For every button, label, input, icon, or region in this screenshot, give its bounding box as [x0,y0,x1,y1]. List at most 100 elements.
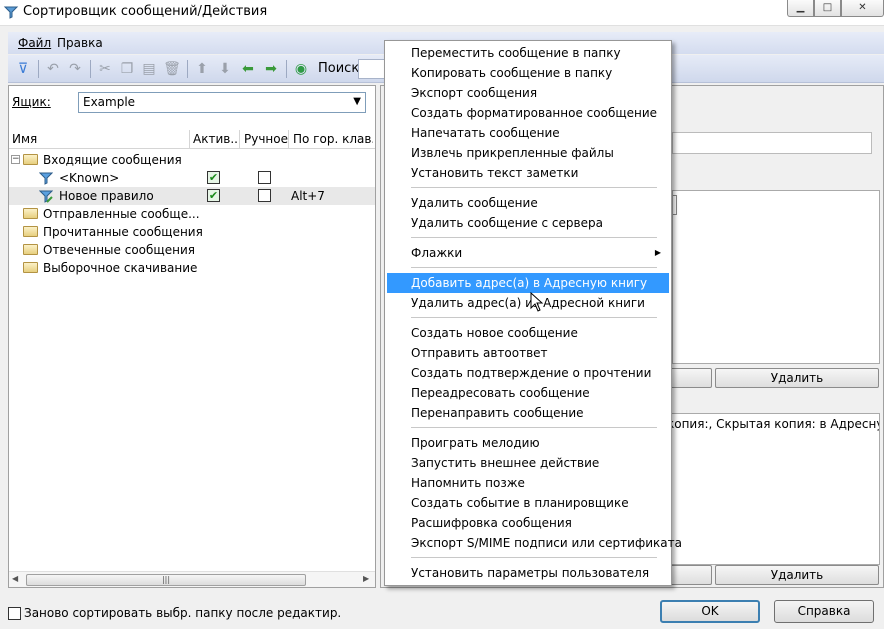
column-hotkey[interactable]: По гор. клав. [293,132,373,146]
folder-icon [23,244,38,255]
mailbox-label: Ящик: [12,95,51,109]
redo-icon[interactable]: ↷ [66,60,84,78]
collapse-icon[interactable]: − [11,155,20,164]
tree-item-inbox[interactable]: − Входящие сообщения [9,151,375,169]
menu-item-read-receipt[interactable]: Создать подтверждение о прочтении [387,363,669,383]
menu-item-external-action[interactable]: Запустить внешнее действие [387,453,669,473]
scroll-left-icon[interactable]: ◀ [12,574,18,583]
active-checkbox[interactable]: ✔ [207,189,220,202]
menu-item-redirect[interactable]: Перенаправить сообщение [387,403,669,423]
menu-edit[interactable]: Правка [57,36,103,50]
delete-icon[interactable]: 🗑 [163,60,181,78]
minimize-button[interactable]: ▁ [787,0,814,17]
tree-label: Входящие сообщения [43,153,182,167]
toolbar-separator [38,60,39,78]
active-checkbox[interactable]: ✔ [207,171,220,184]
tree-item-read[interactable]: Прочитанные сообщения [9,223,375,241]
menu-item-move[interactable]: Переместить сообщение в папку [387,43,669,63]
toolbar-separator [90,60,91,78]
action-text: копия:, Скрытая копия: в Адресную кни [667,417,879,431]
scrollbar-thumb[interactable]: ||| [26,574,306,586]
menu-separator [411,237,657,238]
folder-icon [23,208,38,219]
column-divider [288,130,289,148]
cut-icon[interactable]: ✂ [96,60,114,78]
horizontal-scrollbar[interactable]: ◀ ||| ▶ [9,571,375,587]
tree-label: Новое правило [59,189,154,203]
menu-item-export[interactable]: Экспорт сообщения [387,83,669,103]
menu-item-scheduler-event[interactable]: Создать событие в планировщике [387,493,669,513]
new-filter-icon[interactable]: ⊽ [14,60,32,78]
tree-label: Выборочное скачивание [43,261,198,275]
back-icon[interactable]: ⬅ [239,60,257,78]
menu-item-remind-later[interactable]: Напомнить позже [387,473,669,493]
menu-item-extract-attachments[interactable]: Извлечь прикрепленные файлы [387,143,669,163]
menu-item-delete-server[interactable]: Удалить сообщение с сервера [387,213,669,233]
menu-item-decrypt[interactable]: Расшифровка сообщения [387,513,669,533]
delete-action-button[interactable]: Удалить [715,565,879,585]
help-button[interactable]: Справка [774,600,874,623]
tree-label: Отправленные сообще... [43,207,200,221]
menu-item-set-note[interactable]: Установить текст заметки [387,163,669,183]
column-name[interactable]: Имя [12,132,188,146]
filter-icon [3,6,19,19]
maximize-button[interactable]: □ [814,0,841,17]
conditions-list[interactable] [672,190,880,364]
actions-list[interactable]: копия:, Скрытая копия: в Адресную кни [662,413,880,565]
context-menu: Переместить сообщение в папку Копировать… [384,40,682,586]
menu-item-copy[interactable]: Копировать сообщение в папку [387,63,669,83]
copy-icon[interactable]: ❐ [118,60,136,78]
menu-item-new-message[interactable]: Создать новое сообщение [387,323,669,343]
column-active[interactable]: Актив... [193,132,239,146]
menu-item-user-params[interactable]: Установить параметры пользователя [387,563,669,583]
mailbox-select[interactable]: Example ▼ [78,92,366,113]
paste-icon[interactable]: ▤ [140,60,158,78]
toolbar-separator [187,60,188,78]
menu-separator [411,427,657,428]
tree-item-sent[interactable]: Отправленные сообще... [9,205,375,223]
folder-icon [23,262,38,273]
move-up-icon[interactable]: ⬆ [193,60,211,78]
menu-item-autoreply[interactable]: Отправить автоответ [387,343,669,363]
tree-item-selective[interactable]: Выборочное скачивание [9,259,375,277]
menu-separator [411,267,657,268]
close-button[interactable]: ✕ [841,0,884,17]
menu-item-forward[interactable]: Переадресовать сообщение [387,383,669,403]
menu-item-create-formatted[interactable]: Создать форматированное сообщение [387,103,669,123]
toolbar-separator [286,60,287,78]
list-item[interactable] [673,195,677,215]
forward-icon[interactable]: ➡ [262,60,280,78]
menu-item-export-smime[interactable]: Экспорт S/MIME подписи или сертификата [387,533,682,553]
column-manual[interactable]: Ручное [244,132,288,146]
menu-item-delete[interactable]: Удалить сообщение [387,193,669,213]
tree-item-replied[interactable]: Отвеченные сообщения [9,241,375,259]
undo-icon[interactable]: ↶ [44,60,62,78]
ok-button[interactable]: OK [660,600,760,623]
manual-checkbox[interactable] [258,171,271,184]
resort-checkbox[interactable] [8,607,21,620]
scroll-right-icon[interactable]: ▶ [363,574,369,583]
tree-label: Отвеченные сообщения [43,243,195,257]
filter-edit-icon [39,190,53,203]
refresh-icon[interactable]: ◉ [292,60,310,78]
rule-name-field[interactable] [672,132,872,154]
tree-label: <Known> [59,171,120,185]
menu-item-add-address[interactable]: Добавить адрес(а) в Адресную книгу [387,273,669,293]
resort-label: Заново сортировать выбр. папку после ред… [24,606,342,620]
hotkey-text: Alt+7 [291,189,325,203]
delete-condition-button[interactable]: Удалить [715,368,879,388]
move-down-icon[interactable]: ⬇ [216,60,234,78]
tree-label: Прочитанные сообщения [43,225,203,239]
menu-item-play-sound[interactable]: Проиграть мелодию [387,433,669,453]
folder-icon [23,154,38,165]
menu-item-print[interactable]: Напечатать сообщение [387,123,669,143]
tree-item-known[interactable]: <Known> ✔ [9,169,375,187]
menu-item-flags[interactable]: Флажки ▶ [387,243,669,263]
manual-checkbox[interactable] [258,189,271,202]
folder-icon [23,226,38,237]
menu-item-remove-address[interactable]: Удалить адрес(а) из Адресной книги [387,293,669,313]
column-header: Имя Актив... Ручное По гор. клав. [9,130,375,149]
menu-file[interactable]: Файл [18,36,51,50]
title-bar: Сортировщик сообщений/Действия ▁ □ ✕ [0,0,884,26]
tree-item-new-rule[interactable]: Новое правило ✔ Alt+7 [9,187,375,205]
